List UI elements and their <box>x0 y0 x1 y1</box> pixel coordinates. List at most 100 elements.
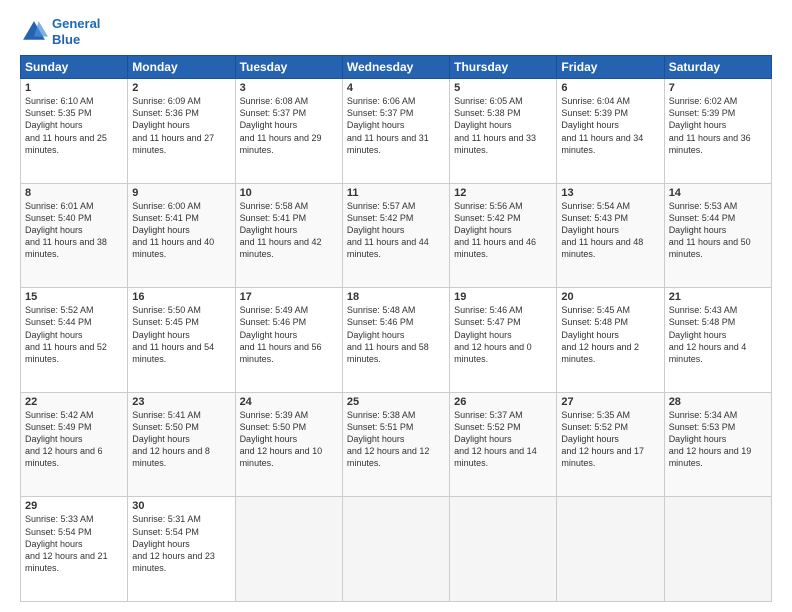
day-info: Sunrise: 5:45 AMSunset: 5:48 PMDaylight … <box>561 304 659 365</box>
calendar-week-row: 8Sunrise: 6:01 AMSunset: 5:40 PMDaylight… <box>21 183 772 288</box>
day-info: Sunrise: 6:06 AMSunset: 5:37 PMDaylight … <box>347 95 445 156</box>
calendar-week-row: 29Sunrise: 5:33 AMSunset: 5:54 PMDayligh… <box>21 497 772 602</box>
day-info: Sunrise: 5:31 AMSunset: 5:54 PMDaylight … <box>132 513 230 574</box>
calendar-day-cell: 27Sunrise: 5:35 AMSunset: 5:52 PMDayligh… <box>557 392 664 497</box>
calendar-day-cell: 28Sunrise: 5:34 AMSunset: 5:53 PMDayligh… <box>664 392 771 497</box>
calendar-day-cell <box>557 497 664 602</box>
day-number: 6 <box>561 82 659 94</box>
day-number: 25 <box>347 396 445 408</box>
calendar-day-cell: 7Sunrise: 6:02 AMSunset: 5:39 PMDaylight… <box>664 79 771 184</box>
day-info: Sunrise: 5:53 AMSunset: 5:44 PMDaylight … <box>669 200 767 261</box>
day-number: 13 <box>561 187 659 199</box>
day-info: Sunrise: 6:01 AMSunset: 5:40 PMDaylight … <box>25 200 123 261</box>
calendar-header-thursday: Thursday <box>450 56 557 79</box>
calendar-week-row: 22Sunrise: 5:42 AMSunset: 5:49 PMDayligh… <box>21 392 772 497</box>
calendar-day-cell: 18Sunrise: 5:48 AMSunset: 5:46 PMDayligh… <box>342 288 449 393</box>
day-info: Sunrise: 5:57 AMSunset: 5:42 PMDaylight … <box>347 200 445 261</box>
calendar-day-cell: 2Sunrise: 6:09 AMSunset: 5:36 PMDaylight… <box>128 79 235 184</box>
calendar-header-row: SundayMondayTuesdayWednesdayThursdayFrid… <box>21 56 772 79</box>
calendar-week-row: 15Sunrise: 5:52 AMSunset: 5:44 PMDayligh… <box>21 288 772 393</box>
day-number: 24 <box>240 396 338 408</box>
day-info: Sunrise: 5:35 AMSunset: 5:52 PMDaylight … <box>561 409 659 470</box>
calendar-day-cell: 25Sunrise: 5:38 AMSunset: 5:51 PMDayligh… <box>342 392 449 497</box>
day-info: Sunrise: 5:38 AMSunset: 5:51 PMDaylight … <box>347 409 445 470</box>
calendar-header-monday: Monday <box>128 56 235 79</box>
calendar-day-cell: 9Sunrise: 6:00 AMSunset: 5:41 PMDaylight… <box>128 183 235 288</box>
calendar-header-sunday: Sunday <box>21 56 128 79</box>
calendar-day-cell: 23Sunrise: 5:41 AMSunset: 5:50 PMDayligh… <box>128 392 235 497</box>
calendar-header-friday: Friday <box>557 56 664 79</box>
day-number: 27 <box>561 396 659 408</box>
day-number: 17 <box>240 291 338 303</box>
calendar-day-cell: 22Sunrise: 5:42 AMSunset: 5:49 PMDayligh… <box>21 392 128 497</box>
header: General Blue <box>20 16 772 47</box>
day-number: 14 <box>669 187 767 199</box>
day-info: Sunrise: 6:00 AMSunset: 5:41 PMDaylight … <box>132 200 230 261</box>
calendar-day-cell: 15Sunrise: 5:52 AMSunset: 5:44 PMDayligh… <box>21 288 128 393</box>
logo: General Blue <box>20 16 100 47</box>
day-number: 26 <box>454 396 552 408</box>
calendar-day-cell: 1Sunrise: 6:10 AMSunset: 5:35 PMDaylight… <box>21 79 128 184</box>
day-info: Sunrise: 6:10 AMSunset: 5:35 PMDaylight … <box>25 95 123 156</box>
day-number: 1 <box>25 82 123 94</box>
day-info: Sunrise: 6:02 AMSunset: 5:39 PMDaylight … <box>669 95 767 156</box>
day-number: 16 <box>132 291 230 303</box>
calendar-day-cell: 24Sunrise: 5:39 AMSunset: 5:50 PMDayligh… <box>235 392 342 497</box>
calendar-header-tuesday: Tuesday <box>235 56 342 79</box>
calendar-header-saturday: Saturday <box>664 56 771 79</box>
day-info: Sunrise: 5:50 AMSunset: 5:45 PMDaylight … <box>132 304 230 365</box>
day-info: Sunrise: 5:56 AMSunset: 5:42 PMDaylight … <box>454 200 552 261</box>
calendar-day-cell: 21Sunrise: 5:43 AMSunset: 5:48 PMDayligh… <box>664 288 771 393</box>
calendar-day-cell <box>235 497 342 602</box>
calendar-day-cell <box>342 497 449 602</box>
calendar-day-cell: 29Sunrise: 5:33 AMSunset: 5:54 PMDayligh… <box>21 497 128 602</box>
calendar-day-cell: 11Sunrise: 5:57 AMSunset: 5:42 PMDayligh… <box>342 183 449 288</box>
day-info: Sunrise: 5:43 AMSunset: 5:48 PMDaylight … <box>669 304 767 365</box>
calendar-day-cell: 14Sunrise: 5:53 AMSunset: 5:44 PMDayligh… <box>664 183 771 288</box>
calendar-day-cell: 16Sunrise: 5:50 AMSunset: 5:45 PMDayligh… <box>128 288 235 393</box>
day-number: 3 <box>240 82 338 94</box>
day-number: 18 <box>347 291 445 303</box>
calendar-day-cell: 20Sunrise: 5:45 AMSunset: 5:48 PMDayligh… <box>557 288 664 393</box>
day-info: Sunrise: 5:48 AMSunset: 5:46 PMDaylight … <box>347 304 445 365</box>
day-number: 4 <box>347 82 445 94</box>
day-info: Sunrise: 5:54 AMSunset: 5:43 PMDaylight … <box>561 200 659 261</box>
day-info: Sunrise: 5:33 AMSunset: 5:54 PMDaylight … <box>25 513 123 574</box>
day-info: Sunrise: 5:46 AMSunset: 5:47 PMDaylight … <box>454 304 552 365</box>
calendar-day-cell: 17Sunrise: 5:49 AMSunset: 5:46 PMDayligh… <box>235 288 342 393</box>
day-number: 7 <box>669 82 767 94</box>
calendar-day-cell: 10Sunrise: 5:58 AMSunset: 5:41 PMDayligh… <box>235 183 342 288</box>
day-info: Sunrise: 6:05 AMSunset: 5:38 PMDaylight … <box>454 95 552 156</box>
day-number: 21 <box>669 291 767 303</box>
day-number: 29 <box>25 500 123 512</box>
day-number: 9 <box>132 187 230 199</box>
calendar-day-cell: 19Sunrise: 5:46 AMSunset: 5:47 PMDayligh… <box>450 288 557 393</box>
day-number: 30 <box>132 500 230 512</box>
calendar-day-cell: 5Sunrise: 6:05 AMSunset: 5:38 PMDaylight… <box>450 79 557 184</box>
day-info: Sunrise: 5:49 AMSunset: 5:46 PMDaylight … <box>240 304 338 365</box>
day-number: 11 <box>347 187 445 199</box>
day-number: 20 <box>561 291 659 303</box>
calendar-day-cell: 26Sunrise: 5:37 AMSunset: 5:52 PMDayligh… <box>450 392 557 497</box>
day-number: 12 <box>454 187 552 199</box>
calendar-day-cell <box>664 497 771 602</box>
calendar-table: SundayMondayTuesdayWednesdayThursdayFrid… <box>20 55 772 602</box>
calendar-week-row: 1Sunrise: 6:10 AMSunset: 5:35 PMDaylight… <box>21 79 772 184</box>
day-number: 19 <box>454 291 552 303</box>
day-info: Sunrise: 5:58 AMSunset: 5:41 PMDaylight … <box>240 200 338 261</box>
day-info: Sunrise: 5:37 AMSunset: 5:52 PMDaylight … <box>454 409 552 470</box>
calendar-day-cell: 30Sunrise: 5:31 AMSunset: 5:54 PMDayligh… <box>128 497 235 602</box>
day-info: Sunrise: 5:41 AMSunset: 5:50 PMDaylight … <box>132 409 230 470</box>
day-info: Sunrise: 5:42 AMSunset: 5:49 PMDaylight … <box>25 409 123 470</box>
day-number: 23 <box>132 396 230 408</box>
day-info: Sunrise: 6:04 AMSunset: 5:39 PMDaylight … <box>561 95 659 156</box>
calendar-day-cell: 8Sunrise: 6:01 AMSunset: 5:40 PMDaylight… <box>21 183 128 288</box>
calendar-header-wednesday: Wednesday <box>342 56 449 79</box>
calendar-day-cell: 3Sunrise: 6:08 AMSunset: 5:37 PMDaylight… <box>235 79 342 184</box>
day-info: Sunrise: 6:08 AMSunset: 5:37 PMDaylight … <box>240 95 338 156</box>
day-info: Sunrise: 5:52 AMSunset: 5:44 PMDaylight … <box>25 304 123 365</box>
day-number: 28 <box>669 396 767 408</box>
calendar-day-cell: 13Sunrise: 5:54 AMSunset: 5:43 PMDayligh… <box>557 183 664 288</box>
logo-text: General Blue <box>52 16 100 47</box>
day-number: 8 <box>25 187 123 199</box>
